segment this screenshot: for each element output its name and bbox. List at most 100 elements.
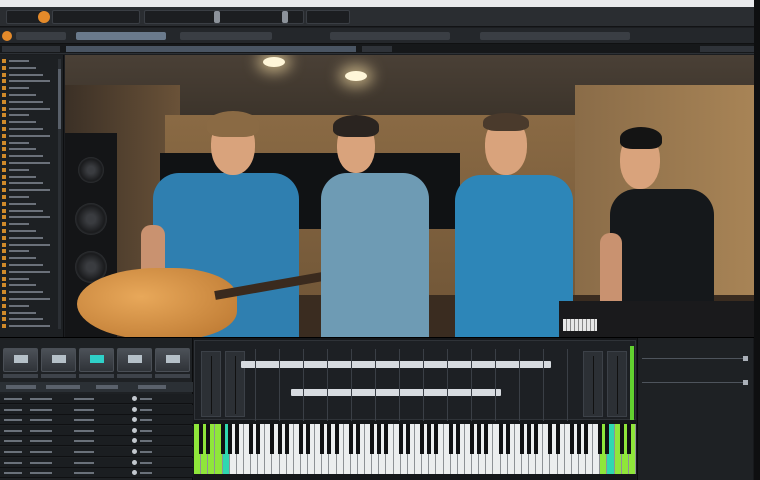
row-knob[interactable] [132,427,137,433]
folder-icon [2,86,6,91]
black-key[interactable] [227,424,232,454]
black-key[interactable] [576,424,581,454]
list-item[interactable] [0,404,193,415]
folder-icon [2,256,6,261]
pad-button[interactable] [155,348,190,372]
toolbar-group-edit[interactable] [52,10,140,24]
black-key[interactable] [598,424,603,454]
black-key[interactable] [355,424,360,454]
black-key[interactable] [249,424,254,454]
list-item[interactable] [0,436,193,447]
strip-tabs[interactable] [0,382,193,392]
vertical-fader[interactable] [607,351,627,417]
black-key[interactable] [327,424,332,454]
browser-item-label [9,80,50,83]
toolbar-group-view[interactable] [144,10,304,24]
black-key[interactable] [284,424,289,454]
black-key[interactable] [584,424,589,454]
row-knob[interactable] [132,396,137,401]
black-key[interactable] [434,424,439,454]
black-key[interactable] [534,424,539,454]
black-key[interactable] [199,424,204,454]
black-key[interactable] [306,424,311,454]
black-key[interactable] [405,424,410,454]
black-key[interactable] [455,424,460,454]
vertical-fader[interactable] [201,351,221,417]
pad-screen [52,355,66,363]
list-item[interactable] [0,468,193,479]
browser-item-label [9,168,29,171]
toolbar-marker-2[interactable] [282,11,288,23]
black-key[interactable] [555,424,560,454]
row-knob[interactable] [132,470,137,476]
synth-slider-top[interactable] [241,361,551,368]
grid-column [471,349,472,421]
inspector-slider[interactable] [642,380,748,385]
section-ruler[interactable] [0,44,760,54]
grid-column [399,349,400,421]
browser-item-label [9,148,36,151]
record-icon[interactable] [38,11,50,23]
transport-tempo[interactable] [16,32,66,40]
black-key[interactable] [348,424,353,454]
black-key[interactable] [370,424,375,454]
list-item[interactable] [0,425,193,436]
pad-button[interactable] [41,348,76,372]
list-item[interactable] [0,447,193,457]
black-key[interactable] [270,424,275,454]
black-key[interactable] [234,424,239,454]
transport-master[interactable] [480,32,630,40]
black-key[interactable] [527,424,532,454]
piano-keyboard[interactable] [194,424,636,474]
row-knob[interactable] [132,459,137,465]
black-key[interactable] [505,424,510,454]
row-knob[interactable] [132,406,137,412]
row-knob[interactable] [132,417,137,423]
inspector-slider[interactable] [642,356,748,361]
toolbar-marker-1[interactable] [214,11,220,23]
record-button[interactable] [2,31,12,41]
black-key[interactable] [206,424,211,454]
black-key[interactable] [277,424,282,454]
row-knob[interactable] [132,449,137,454]
black-key[interactable] [320,424,325,454]
row-knob[interactable] [132,438,137,444]
black-key[interactable] [298,424,303,454]
black-key[interactable] [377,424,382,454]
black-key[interactable] [484,424,489,454]
browser-item-label [9,87,29,90]
black-key[interactable] [334,424,339,454]
vertical-fader[interactable] [583,351,603,417]
grid-column [351,349,352,421]
transport-loop[interactable] [180,32,272,40]
black-key[interactable] [477,424,482,454]
black-key[interactable] [398,424,403,454]
black-key[interactable] [498,424,503,454]
folder-icon [2,317,6,322]
black-key[interactable] [420,424,425,454]
list-item[interactable] [0,457,193,468]
black-key[interactable] [448,424,453,454]
pad-button[interactable] [3,348,38,372]
pad-button[interactable] [117,348,152,372]
pad-button[interactable] [79,348,114,372]
black-key[interactable] [470,424,475,454]
browser-item-label [9,134,50,137]
transport-position[interactable] [76,32,166,40]
scrollbar-thumb[interactable] [58,69,61,129]
black-key[interactable] [384,424,389,454]
black-key[interactable] [220,424,225,454]
synth-slider-bottom[interactable] [291,389,501,396]
black-key[interactable] [519,424,524,454]
list-item[interactable] [0,415,193,426]
toolbar-group-options[interactable] [306,10,350,24]
black-key[interactable] [619,424,624,454]
black-key[interactable] [427,424,432,454]
black-key[interactable] [626,424,631,454]
black-key[interactable] [605,424,610,454]
black-key[interactable] [548,424,553,454]
browser-scrollbar[interactable] [58,59,61,329]
black-key[interactable] [569,424,574,454]
list-item[interactable] [0,394,193,404]
black-key[interactable] [256,424,261,454]
